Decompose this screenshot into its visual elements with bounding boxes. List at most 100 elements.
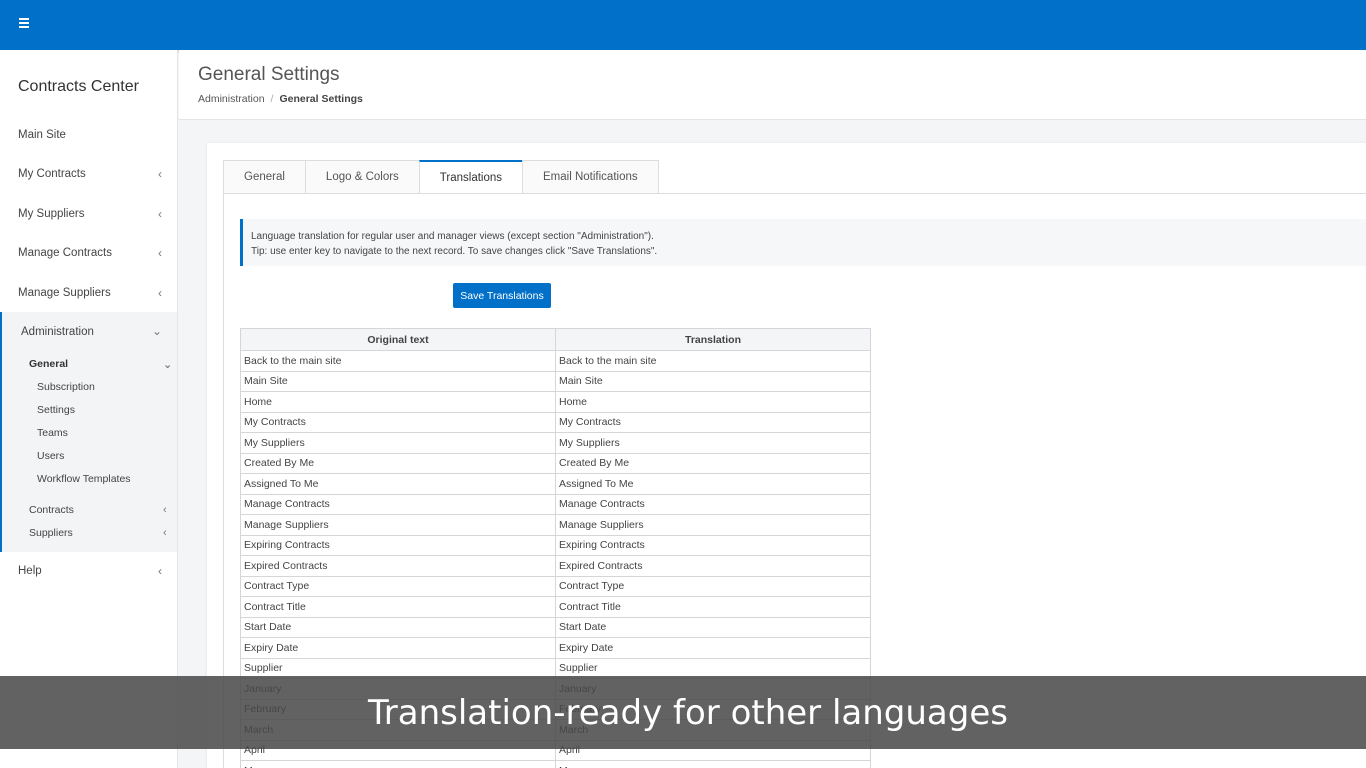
chevron-down-icon: ⌄	[163, 359, 173, 371]
original-text-cell: Created By Me	[240, 452, 556, 474]
table-row: Main Site Main Site	[240, 370, 871, 392]
hamburger-menu-icon[interactable]	[19, 18, 31, 28]
tab-general[interactable]: General	[223, 160, 305, 194]
sidebar-item-help[interactable]: Help ‹	[0, 552, 177, 590]
breadcrumb-separator: /	[270, 93, 274, 105]
translation-cell[interactable]: Assigned To Me	[555, 473, 871, 495]
sidebar-item-users[interactable]: Users	[37, 450, 64, 462]
chevron-down-icon: ⌄	[151, 324, 162, 338]
info-callout: Language translation for regular user an…	[240, 219, 1366, 266]
chevron-left-icon: ‹	[158, 246, 162, 260]
table-row: Expiring Contracts Expiring Contracts	[240, 534, 871, 556]
table-row: Manage Suppliers Manage Suppliers	[240, 514, 871, 536]
top-bar	[0, 0, 1366, 50]
chevron-left-icon: ‹	[158, 167, 162, 181]
table-row: Contract Type Contract Type	[240, 575, 871, 597]
original-text-cell: My Suppliers	[240, 432, 556, 454]
chevron-left-icon: ‹	[158, 207, 162, 221]
original-text-cell: Manage Suppliers	[240, 514, 556, 536]
sidebar-group-administration: Administration ⌄ General ⌄ Subscription …	[0, 312, 177, 552]
table-row: My Suppliers My Suppliers	[240, 432, 871, 454]
original-text-cell: Assigned To Me	[240, 473, 556, 495]
translation-cell[interactable]: Start Date	[555, 616, 871, 638]
translation-cell[interactable]: Manage Contracts	[555, 493, 871, 515]
breadcrumb-administration[interactable]: Administration	[198, 93, 265, 105]
column-header-original: Original text	[240, 328, 556, 351]
translation-cell[interactable]: Expired Contracts	[555, 555, 871, 577]
sidebar-item-my-contracts[interactable]: My Contracts ‹	[0, 155, 177, 193]
translation-cell[interactable]: May	[555, 760, 871, 768]
table-row: Back to the main site Back to the main si…	[240, 350, 871, 372]
table-row: MayMay	[240, 760, 871, 768]
table-row: Assigned To Me Assigned To Me	[240, 473, 871, 495]
table-row: My Contracts My Contracts	[240, 411, 871, 433]
sidebar-item-administration[interactable]: Administration	[21, 326, 94, 338]
content-header: General Settings Administration / General …	[179, 50, 1366, 120]
table-row: Home Home	[240, 391, 871, 413]
tab-translations[interactable]: Translations	[418, 160, 523, 194]
tab-email-notifications[interactable]: Email Notifications	[522, 160, 659, 194]
sidebar-item-label: Contracts	[29, 504, 74, 516]
sidebar-item-manage-contracts[interactable]: Manage Contracts ‹	[0, 234, 177, 272]
translation-cell[interactable]: Expiring Contracts	[555, 534, 871, 556]
sidebar-item-label: General	[29, 358, 69, 370]
sidebar-item-contracts[interactable]: Contracts ‹	[29, 504, 167, 516]
tab-logo-colors[interactable]: Logo & Colors	[304, 160, 419, 194]
original-text-cell: Expired Contracts	[240, 555, 556, 577]
table-row: Expiry Date Expiry Date	[240, 637, 871, 659]
table-row: Contract Title Contract Title	[240, 596, 871, 618]
callout-line-2: Tip: use enter key to navigate to the ne…	[251, 246, 658, 257]
original-text-cell: Contract Title	[240, 596, 556, 618]
chevron-left-icon: ‹	[163, 527, 167, 539]
sidebar-item-label: Suppliers	[29, 527, 73, 539]
sidebar: Contracts Center Main Site My Contracts …	[0, 50, 178, 768]
original-text-cell: Main Site	[240, 370, 556, 392]
chevron-left-icon: ‹	[158, 564, 162, 578]
translation-cell[interactable]: Manage Suppliers	[555, 514, 871, 536]
sidebar-item-label: My Suppliers	[18, 208, 85, 220]
table-row: Created By Me Created By Me	[240, 452, 871, 474]
chevron-left-icon: ‹	[158, 286, 162, 300]
sidebar-item-label: My Contracts	[18, 168, 86, 180]
column-header-translation: Translation	[555, 328, 871, 351]
callout-line-1: Language translation for regular user an…	[251, 231, 654, 242]
tab-divider	[223, 193, 1366, 194]
original-text-cell: Manage Contracts	[240, 493, 556, 515]
translation-cell[interactable]: Created By Me	[555, 452, 871, 474]
translation-cell[interactable]: Expiry Date	[555, 637, 871, 659]
breadcrumb: Administration / General Settings	[198, 93, 363, 105]
caption-overlay: Translation-ready for other languages	[0, 676, 1366, 749]
sidebar-item-manage-suppliers[interactable]: Manage Suppliers ‹	[0, 274, 177, 312]
translation-cell[interactable]: Home	[555, 391, 871, 413]
sidebar-item-label: Main Site	[18, 129, 66, 141]
original-text-cell: Contract Type	[240, 575, 556, 597]
save-translations-button[interactable]: Save Translations	[453, 283, 551, 308]
sidebar-item-teams[interactable]: Teams	[37, 427, 68, 439]
sidebar-item-suppliers[interactable]: Suppliers ‹	[29, 527, 167, 539]
original-text-cell: Home	[240, 391, 556, 413]
original-text-cell: My Contracts	[240, 411, 556, 433]
table-row: Manage Contracts Manage Contracts	[240, 493, 871, 515]
settings-card: General Logo & Colors Translations Email…	[207, 143, 1366, 768]
sidebar-item-settings[interactable]: Settings	[37, 404, 75, 416]
table-row: Start Date Start Date	[240, 616, 871, 638]
translation-cell[interactable]: Contract Type	[555, 575, 871, 597]
original-text-cell: Start Date	[240, 616, 556, 638]
sidebar-item-main-site[interactable]: Main Site	[0, 116, 177, 154]
original-text-cell: Expiry Date	[240, 637, 556, 659]
sidebar-item-general[interactable]: General ⌄	[29, 358, 172, 371]
table-header-row: Original text Translation	[240, 328, 871, 351]
sidebar-item-subscription[interactable]: Subscription	[37, 381, 95, 393]
sidebar-item-my-suppliers[interactable]: My Suppliers ‹	[0, 195, 177, 233]
breadcrumb-current: General Settings	[279, 93, 363, 105]
sidebar-item-label: Manage Contracts	[18, 247, 112, 259]
translation-cell[interactable]: Back to the main site	[555, 350, 871, 372]
original-text-cell: May	[240, 760, 556, 768]
translation-cell[interactable]: Contract Title	[555, 596, 871, 618]
translation-cell[interactable]: Main Site	[555, 370, 871, 392]
translation-cell[interactable]: My Contracts	[555, 411, 871, 433]
settings-tabs: General Logo & Colors Translations Email…	[223, 160, 659, 194]
translation-cell[interactable]: My Suppliers	[555, 432, 871, 454]
chevron-left-icon: ‹	[163, 504, 167, 516]
sidebar-item-workflow-templates[interactable]: Workflow Templates	[37, 473, 131, 485]
